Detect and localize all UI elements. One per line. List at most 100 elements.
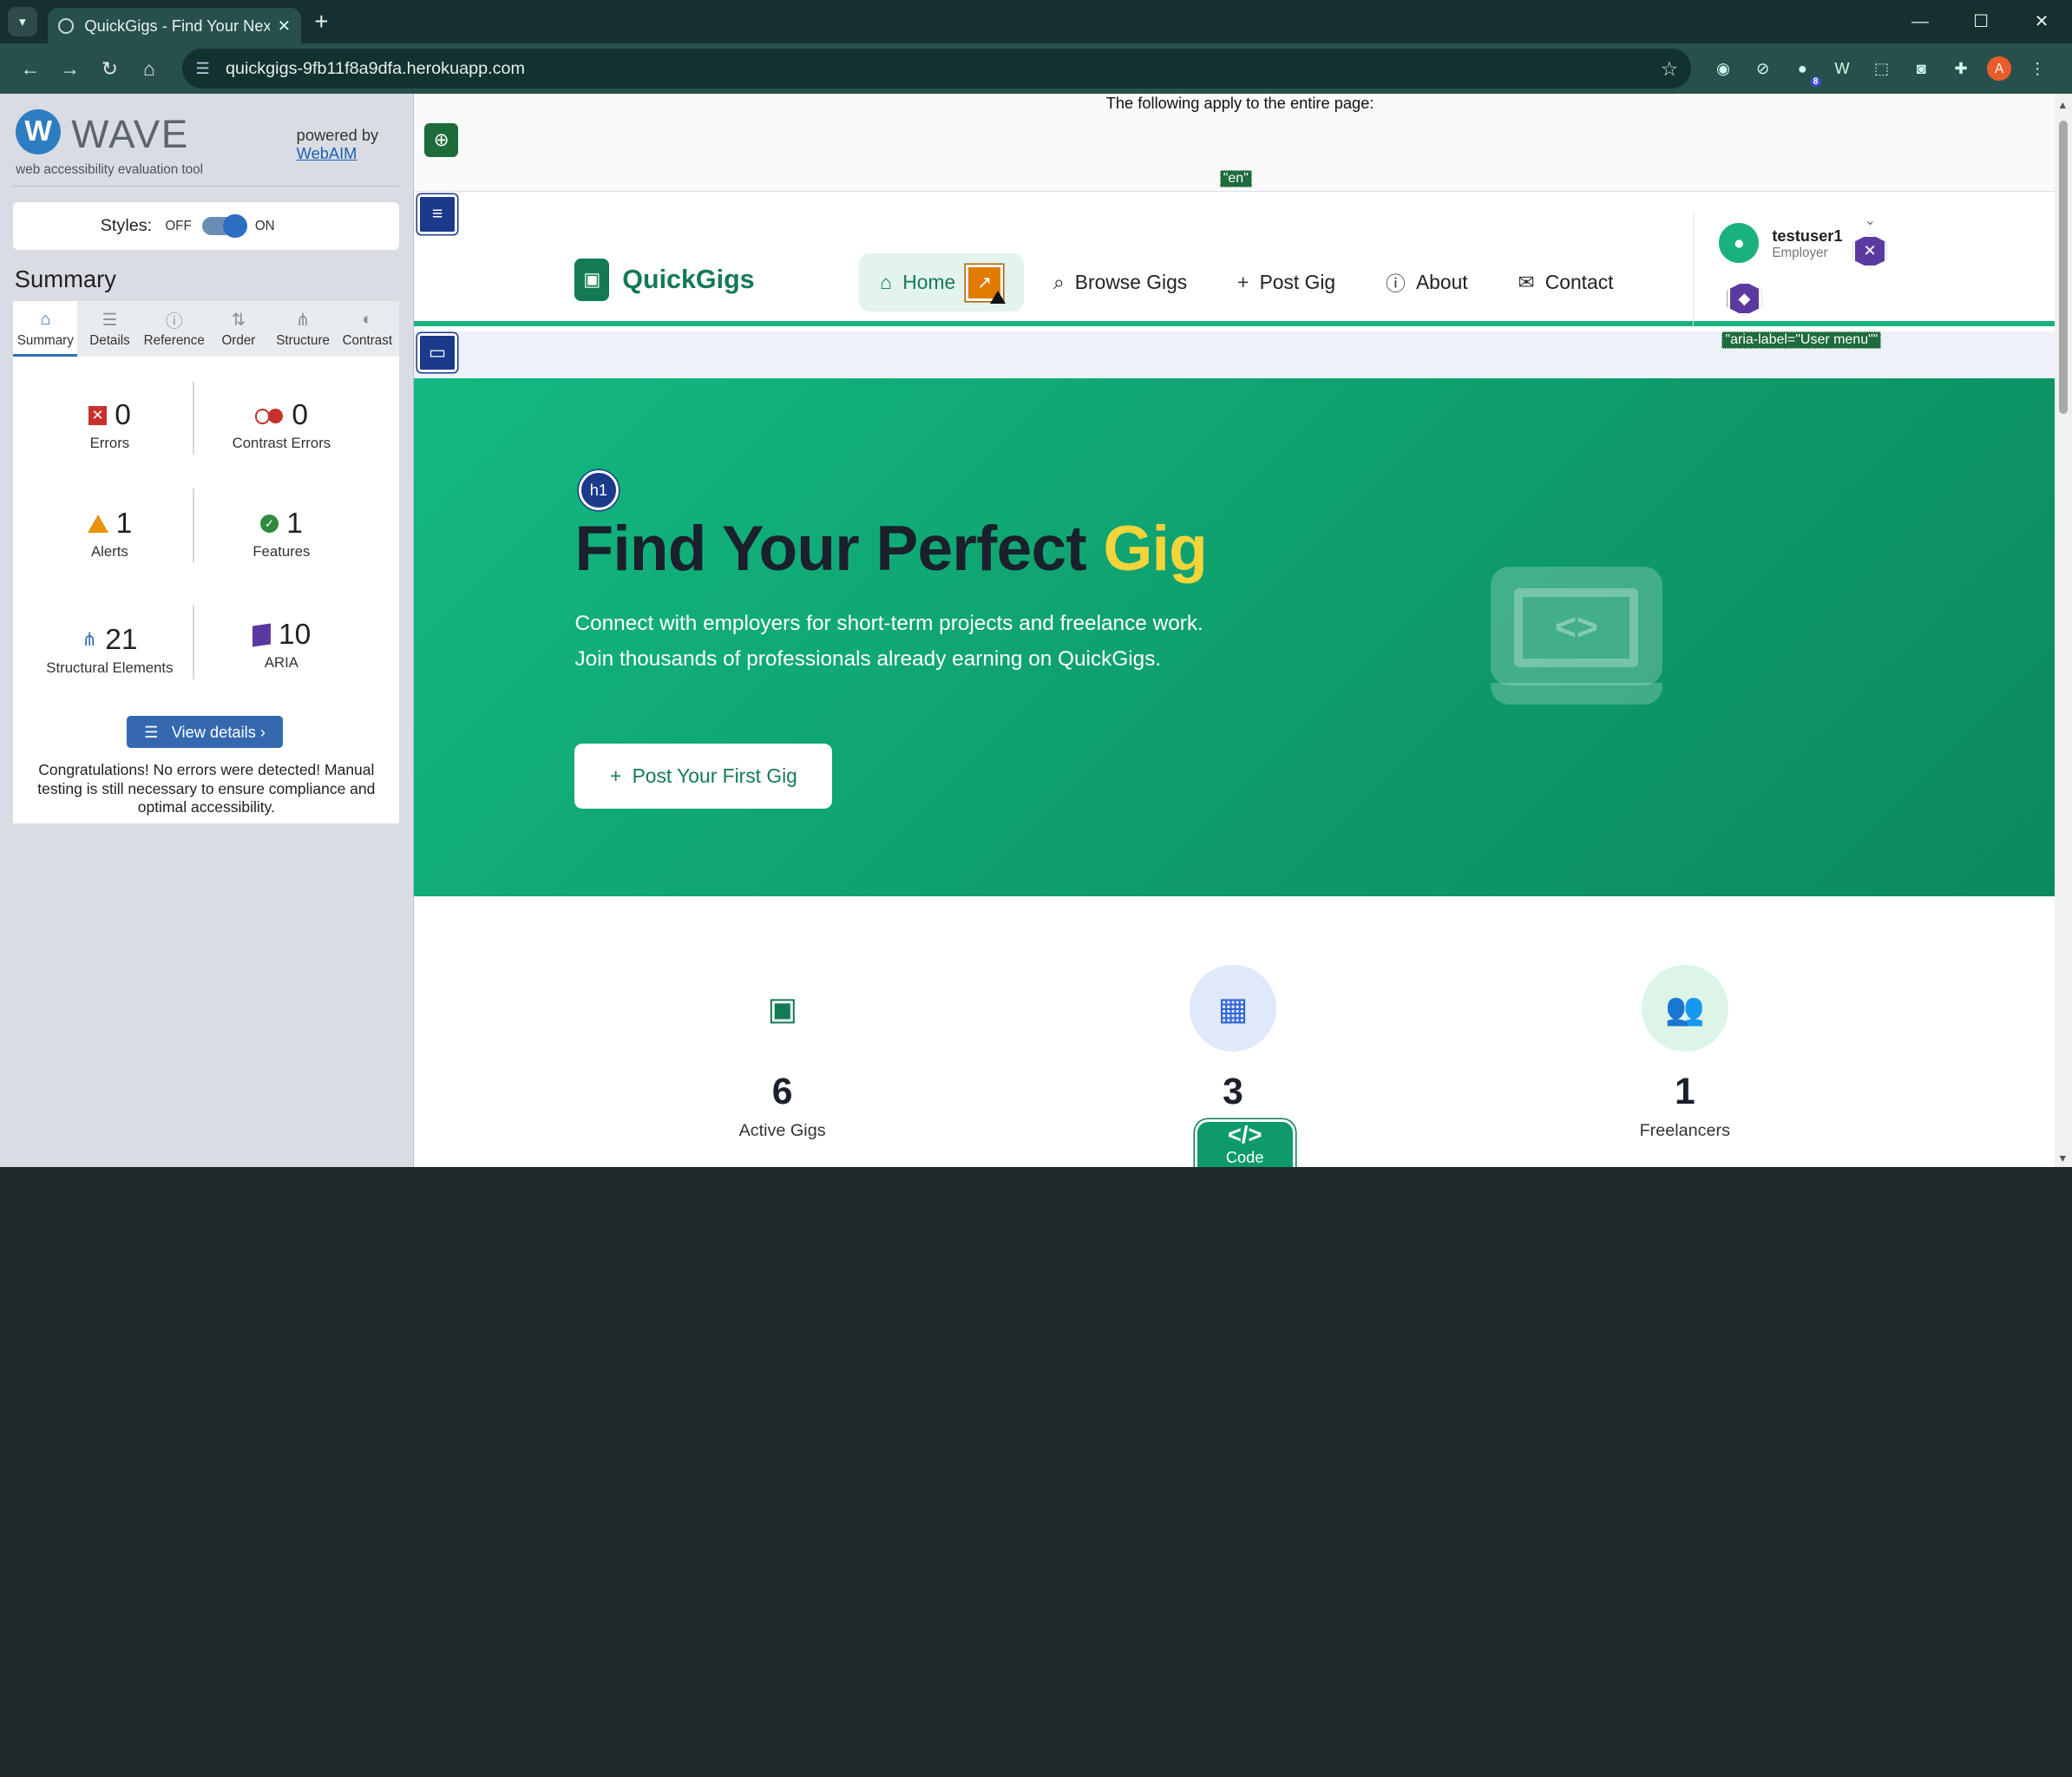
tab-summary[interactable]: ⌂ Summary [13,301,78,357]
extension-icon[interactable]: ◉ [1710,56,1736,82]
scroll-up-arrow-icon[interactable]: ▲ [2057,99,2068,111]
minimize-button[interactable]: — [1890,0,1951,43]
applies-text: The following apply to the entire page: [1105,94,1374,113]
code-label: Code [1225,1148,1264,1167]
wave-aria-hidden-icon[interactable]: ✕ [1852,233,1887,269]
tab-label: Order [221,332,256,348]
tab-label: Structure [276,332,330,348]
wave-code-toggle[interactable]: </> Code [1194,1118,1295,1167]
site-info-icon[interactable]: ☰ [195,59,209,78]
tab-label: Summary [16,332,74,348]
alert-triangle-icon [990,291,1006,305]
forward-button[interactable]: → [50,57,90,81]
stat-alerts[interactable]: 1 Alerts [23,508,195,561]
alerts-label: Alerts [90,542,128,560]
language-globe-icon[interactable]: ⊕ [423,122,459,158]
browser-tab-active[interactable]: QuickGigs - Find Your Next Gig ✕ [47,8,302,44]
home-button[interactable]: ⌂ [129,57,169,81]
aria-icon [252,623,271,647]
scroll-down-arrow-icon[interactable]: ▼ [2057,1152,2068,1164]
stat-contrast-errors[interactable]: 0 Contrast Errors [195,399,367,452]
structure-icon: ⋔ [295,310,311,330]
address-bar[interactable]: ☰ quickgigs-9fb11f8a9dfa.herokuapp.com ☆ [182,49,1692,89]
page-viewport: The following apply to the entire page: … [413,94,2056,1167]
bookmark-star-icon[interactable]: ☆ [1661,57,1678,81]
menu-kebab-icon[interactable]: ⋮ [2024,56,2050,82]
nav-browse-gigs[interactable]: ⌕ Browse Gigs [1032,253,1208,311]
camera-icon[interactable]: ◙ [1908,56,1934,82]
brand-name: QuickGigs [622,265,755,295]
home-icon: ⌂ [40,310,51,329]
globe-icon [57,17,75,34]
webaim-link[interactable]: WebAIM [297,144,357,162]
stat-value: 1 [1674,1070,1695,1112]
stat-label: Freelancers [1639,1120,1731,1140]
wave-main-region-icon[interactable]: ▭ [417,332,457,373]
tab-search-dropdown[interactable]: ▾ [8,7,37,36]
view-details-button[interactable]: ☰ View details › [127,716,283,748]
page-scrollbar[interactable]: ▲ ▼ [2055,94,2072,1167]
wave-tabs: ⌂ Summary ☰ Details ⓘ Reference ⇅ Order ⋔ Str… [13,301,400,357]
hero-button-label: Post Your First Gig [632,764,797,788]
congrats-message: Congratulations! No errors were detected… [37,761,376,816]
user-menu[interactable]: ● testuser1 Employer [1719,223,1843,264]
brand[interactable]: ▣ QuickGigs [574,259,755,302]
hero-description: Connect with employers for short-term pr… [574,611,1203,671]
nav-home[interactable]: ⌂ Home ↗ [858,253,1025,312]
extension-icon[interactable]: ● 8 [1789,56,1821,88]
view-details-label: View details › [171,722,266,741]
stat-aria[interactable]: 10 ARIA [195,619,367,672]
divider [1692,213,1695,327]
contrast-label: Contrast Errors [232,434,331,451]
wave-subtitle: web accessibility evaluation tool [16,162,203,178]
close-window-button[interactable]: ✕ [2011,0,2072,43]
new-tab-button[interactable]: + [314,8,328,36]
user-name: testuser1 [1772,226,1843,245]
tab-contrast[interactable]: ◐ Contrast [335,301,399,357]
nav-post-gig[interactable]: + Post Gig [1216,253,1357,311]
profile-avatar[interactable]: A [1987,56,2011,81]
code-symbol: </> [1227,1120,1262,1148]
nav-about[interactable]: ⓘ About [1365,253,1489,311]
tab-title: QuickGigs - Find Your Next Gig [84,16,269,35]
tab-label: Contrast [342,332,393,348]
user-role: Employer [1772,245,1828,260]
scroll-thumb[interactable] [2058,120,2069,414]
laptop-base [1490,683,1662,705]
tab-reference[interactable]: ⓘ Reference [142,301,207,357]
stat-errors[interactable]: ✕ 0 Errors [23,399,195,452]
search-icon: ⌕ [1052,271,1065,294]
extension-icon[interactable]: ⊘ [1749,56,1775,82]
tab-details[interactable]: ☰ Details [77,301,141,357]
nav-links: ⌂ Home ↗ ⌕ Browse Gigs + Post Gig ⓘ Abou… [858,253,1643,312]
screen: ▾ QuickGigs - Find Your Next Gig ✕ + — ☐… [0,0,2072,1167]
stat-features[interactable]: ✓ 1 Features [195,508,367,561]
nav-contact[interactable]: ✉ Contact [1497,253,1635,311]
styles-label: Styles: [100,215,153,235]
chevron-down-icon[interactable]: ⌄ [1865,213,1876,228]
error-icon: ✕ [88,406,108,425]
wave-header-region-icon[interactable]: ≡ [417,193,457,234]
puzzle-icon[interactable]: ✚ [1948,56,1974,82]
extensions-area: ◉ ⊘ ● 8 W ⬚ ◙ ✚ A ⋮ [1710,56,2051,88]
hero-title: Find Your Perfect Gig [574,513,1207,585]
tab-structure[interactable]: ⋔ Structure [271,301,335,357]
errors-label: Errors [89,434,130,451]
wave-aria-label-icon[interactable]: ◆ [1727,281,1762,316]
wave-extension-icon[interactable]: W [1829,56,1855,82]
tab-order[interactable]: ⇅ Order [207,301,271,357]
wave-alert-icon[interactable]: ↗ [966,264,1006,305]
stat-label: Active Gigs [738,1120,826,1140]
wave-logo-icon: W [16,109,62,155]
post-first-gig-button[interactable]: + Post Your First Gig [574,744,833,810]
contrast-count: 0 [292,398,309,431]
hero-title-highlight: Gig [1103,513,1208,584]
maximize-button[interactable]: ☐ [1951,0,2011,43]
styles-toggle[interactable] [201,213,247,239]
close-tab-icon[interactable]: ✕ [278,16,291,36]
stat-structural[interactable]: ⋔ 21 Structural Elements [23,624,195,677]
wave-h1-icon[interactable]: h1 [579,470,619,510]
reload-button[interactable]: ↻ [90,57,130,81]
back-button[interactable]: ← [10,57,50,81]
screenshot-icon[interactable]: ⬚ [1868,56,1894,82]
